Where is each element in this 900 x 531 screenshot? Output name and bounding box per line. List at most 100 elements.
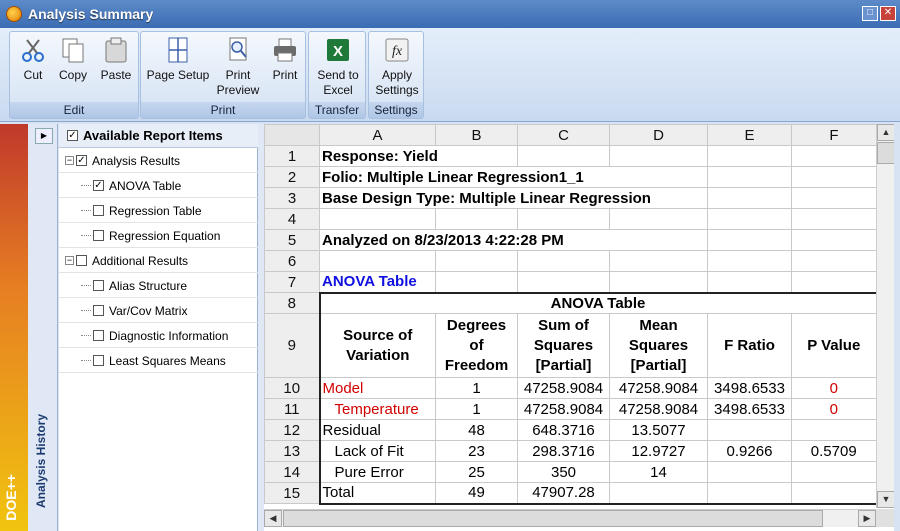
source-cell[interactable]: Lack of Fit [318,440,436,462]
alias-structure-checkbox[interactable] [93,280,104,291]
dof-cell[interactable]: 23 [435,440,518,462]
col-header[interactable]: B [435,124,518,146]
row-header[interactable]: 10 [264,377,320,399]
vertical-scrollbar[interactable]: ▲ ▼ [876,124,895,508]
scroll-right-icon[interactable]: ▶ [858,510,876,527]
horizontal-scrollbar[interactable]: ◀ ▶ [264,509,876,527]
dof-cell[interactable]: 48 [435,419,518,441]
row-header[interactable]: 3 [264,187,320,209]
ms-cell[interactable]: 47258.9084 [609,398,708,420]
ss-cell[interactable]: 47258.9084 [517,377,610,399]
diagnostic-checkbox[interactable] [93,330,104,341]
print-button[interactable]: Print [267,34,303,83]
tree-item-least-squares-means[interactable]: Least Squares Means [59,349,258,373]
var-cov-checkbox[interactable] [93,305,104,316]
expand-arrow-icon[interactable]: ▶ [35,128,53,144]
p-value-header[interactable]: P Value [791,313,878,378]
tree-item-anova-table[interactable]: ✓ ANOVA Table [59,174,258,198]
regression-table-checkbox[interactable] [93,205,104,216]
ms-header[interactable]: Mean Squares [Partial] [609,313,708,378]
tree-header[interactable]: ✓ Available Report Items [59,124,258,148]
p-cell[interactable]: 0 [791,377,878,399]
tree-item-analysis-results[interactable]: − ✓ Analysis Results [59,149,258,173]
apply-settings-button[interactable]: fx Apply Settings [371,34,423,98]
anova-title-cell[interactable]: ANOVA Table [318,291,878,314]
tree-item-var-cov-matrix[interactable]: Var/Cov Matrix [59,299,258,323]
anova-table-checkbox[interactable]: ✓ [93,180,104,191]
additional-results-checkbox[interactable] [76,255,87,266]
source-cell[interactable]: Model [318,377,436,399]
row-header[interactable]: 5 [264,229,320,251]
regression-equation-checkbox[interactable] [93,230,104,241]
f-cell[interactable]: 3498.6533 [707,398,792,420]
f-cell[interactable]: 3498.6533 [707,377,792,399]
ms-cell[interactable]: 14 [609,461,708,483]
dof-cell[interactable]: 1 [435,398,518,420]
row-header[interactable]: 1 [264,145,320,167]
scroll-thumb[interactable] [283,510,823,527]
analyzed-cell[interactable]: Analyzed on 8/23/2013 4:22:28 PM [319,229,708,251]
tree-item-alias-structure[interactable]: Alias Structure [59,274,258,298]
tree-item-additional-results[interactable]: − Additional Results [59,249,258,273]
page-setup-button[interactable]: Page Setup [144,34,212,83]
ms-cell[interactable]: 47258.9084 [609,377,708,399]
tree-item-regression-table[interactable]: Regression Table [59,199,258,223]
row-header[interactable]: 9 [264,313,320,378]
row-header[interactable]: 8 [264,292,320,314]
f-ratio-header[interactable]: F Ratio [707,313,792,378]
p-cell[interactable]: 0 [791,398,878,420]
row-header[interactable]: 6 [264,250,320,272]
row-header[interactable]: 15 [264,482,320,504]
close-button[interactable]: ✕ [880,6,896,21]
ss-cell[interactable]: 47907.28 [517,482,610,505]
ms-cell[interactable] [609,482,708,505]
col-header[interactable]: F [791,124,877,146]
dof-cell[interactable]: 25 [435,461,518,483]
col-header[interactable]: D [609,124,708,146]
dof-cell[interactable]: 49 [435,482,518,505]
col-header[interactable]: E [707,124,792,146]
analysis-results-checkbox[interactable]: ✓ [76,155,87,166]
response-cell[interactable]: Response: Yield [319,145,518,167]
print-preview-button[interactable]: Print Preview [213,34,263,98]
source-cell[interactable]: Total [318,482,436,505]
corner-cell[interactable] [264,124,320,146]
row-header[interactable]: 13 [264,440,320,462]
source-header[interactable]: Source of Variation [318,313,436,378]
analysis-history-tab[interactable]: Analysis History [28,124,58,531]
least-squares-checkbox[interactable] [93,355,104,366]
f-cell[interactable] [707,482,792,505]
col-header[interactable]: C [517,124,610,146]
tree-item-diagnostic-information[interactable]: Diagnostic Information [59,324,258,348]
collapse-icon[interactable]: − [65,256,74,265]
row-header[interactable]: 2 [264,166,320,188]
p-cell[interactable] [791,419,878,441]
source-cell[interactable]: Pure Error [318,461,436,483]
scroll-up-icon[interactable]: ▲ [877,124,895,141]
anova-link[interactable]: ANOVA Table [319,271,436,293]
source-cell[interactable]: Temperature [318,398,436,420]
ms-cell[interactable]: 13.5077 [609,419,708,441]
folio-cell[interactable]: Folio: Multiple Linear Regression1_1 [319,166,708,188]
ss-cell[interactable]: 47258.9084 [517,398,610,420]
dof-header[interactable]: Degrees of Freedom [435,313,518,378]
ss-cell[interactable]: 648.3716 [517,419,610,441]
copy-button[interactable]: Copy [56,34,90,83]
p-cell[interactable]: 0.5709 [791,440,878,462]
ms-cell[interactable]: 12.9727 [609,440,708,462]
row-header[interactable]: 12 [264,419,320,441]
f-cell[interactable]: 0.9266 [707,440,792,462]
p-cell[interactable] [791,482,878,505]
ss-cell[interactable]: 298.3716 [517,440,610,462]
scroll-thumb[interactable] [877,142,895,164]
source-cell[interactable]: Residual [318,419,436,441]
header-checkbox[interactable]: ✓ [67,130,78,141]
collapse-icon[interactable]: − [65,156,74,165]
p-cell[interactable] [791,461,878,483]
paste-button[interactable]: Paste [96,34,136,83]
ss-header[interactable]: Sum of Squares [Partial] [517,313,610,378]
maximize-button[interactable]: □ [862,6,878,21]
tree-item-regression-equation[interactable]: Regression Equation [59,224,258,248]
col-header[interactable]: A [319,124,436,146]
f-cell[interactable] [707,419,792,441]
